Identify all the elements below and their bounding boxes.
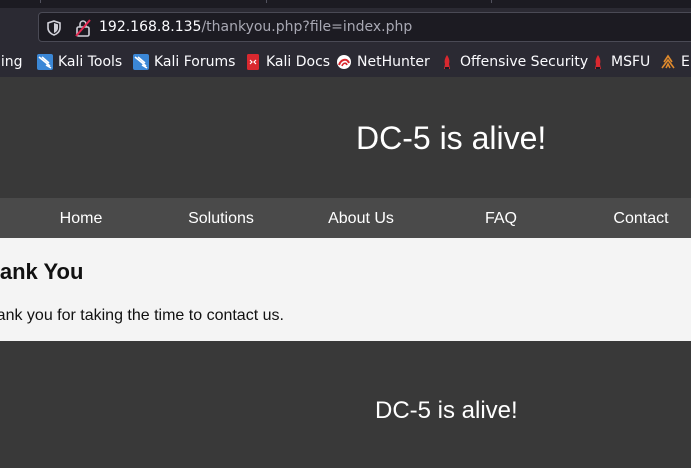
tab-divider <box>40 0 41 3</box>
nav-solutions[interactable]: Solutions <box>151 210 291 228</box>
tab-strip <box>0 0 691 8</box>
nav-about-us[interactable]: About Us <box>291 210 431 228</box>
kali-dragon-icon <box>133 54 149 70</box>
bookmark-offensive-security[interactable]: Offensive Security <box>439 52 588 72</box>
main-content: Thank You Thank you for taking the time … <box>0 238 691 341</box>
bookmark-kali-tools[interactable]: Kali Tools <box>37 52 122 72</box>
navigation-toolbar: 192.168.8.135/thankyou.php?file=index.ph… <box>0 8 691 46</box>
site-nav: Home Solutions About Us FAQ Contact <box>0 198 691 238</box>
page-message: Thank you for taking the time to contact… <box>0 307 284 324</box>
url-text[interactable]: 192.168.8.135/thankyou.php?file=index.ph… <box>99 19 412 35</box>
url-host: 192.168.8.135 <box>99 19 202 35</box>
bookmark-nethunter[interactable]: NetHunter <box>336 52 430 72</box>
web-page: DC-5 is alive! Home Solutions About Us F… <box>0 77 691 468</box>
bookmark-label: hing <box>0 54 23 70</box>
offsec-icon <box>444 55 450 69</box>
insecure-lock-icon[interactable] <box>75 19 91 37</box>
bookmark-label: Kali Forums <box>154 54 236 70</box>
site-header: DC-5 is alive! <box>0 77 691 198</box>
nethunter-icon <box>337 55 351 69</box>
site-title: DC-5 is alive! <box>356 120 547 156</box>
bookmark-label: Offensive Security <box>460 54 589 70</box>
tab-divider <box>491 0 492 3</box>
bookmark-kali-training[interactable]: hing <box>0 52 23 72</box>
bookmark-label: MSFU <box>611 54 651 70</box>
bookmark-kali-docs[interactable]: Kali Docs <box>245 52 330 72</box>
bookmark-label: Kali Tools <box>58 54 123 70</box>
site-footer: DC-5 is alive! <box>0 341 691 468</box>
bookmark-label: NetHunter <box>357 54 430 70</box>
bookmark-msfu[interactable]: MSFU <box>590 52 650 72</box>
page-heading: Thank You <box>0 259 84 284</box>
bookmark-label: Kali Docs <box>266 54 331 70</box>
bookmark-label: E <box>681 54 690 70</box>
nav-home[interactable]: Home <box>11 210 151 228</box>
bookmarks-toolbar: hing Kali Tools Kali Forums Kali Docs Ne… <box>0 46 691 77</box>
nav-faq[interactable]: FAQ <box>431 210 571 228</box>
exploit-db-icon <box>661 54 675 69</box>
tab-divider <box>266 0 267 3</box>
bookmark-exploit-db[interactable]: E <box>660 52 690 72</box>
tracking-protection-shield-icon[interactable] <box>47 20 61 36</box>
kali-dragon-icon <box>37 54 53 70</box>
offsec-icon <box>595 55 601 69</box>
url-path: /thankyou.php?file=index.php <box>201 19 413 35</box>
bookmark-kali-forums[interactable]: Kali Forums <box>133 52 235 72</box>
url-bar[interactable]: 192.168.8.135/thankyou.php?file=index.ph… <box>38 12 691 42</box>
footer-text: DC-5 is alive! <box>375 397 518 424</box>
kali-docs-icon <box>247 54 259 70</box>
nav-contact[interactable]: Contact <box>571 210 691 228</box>
